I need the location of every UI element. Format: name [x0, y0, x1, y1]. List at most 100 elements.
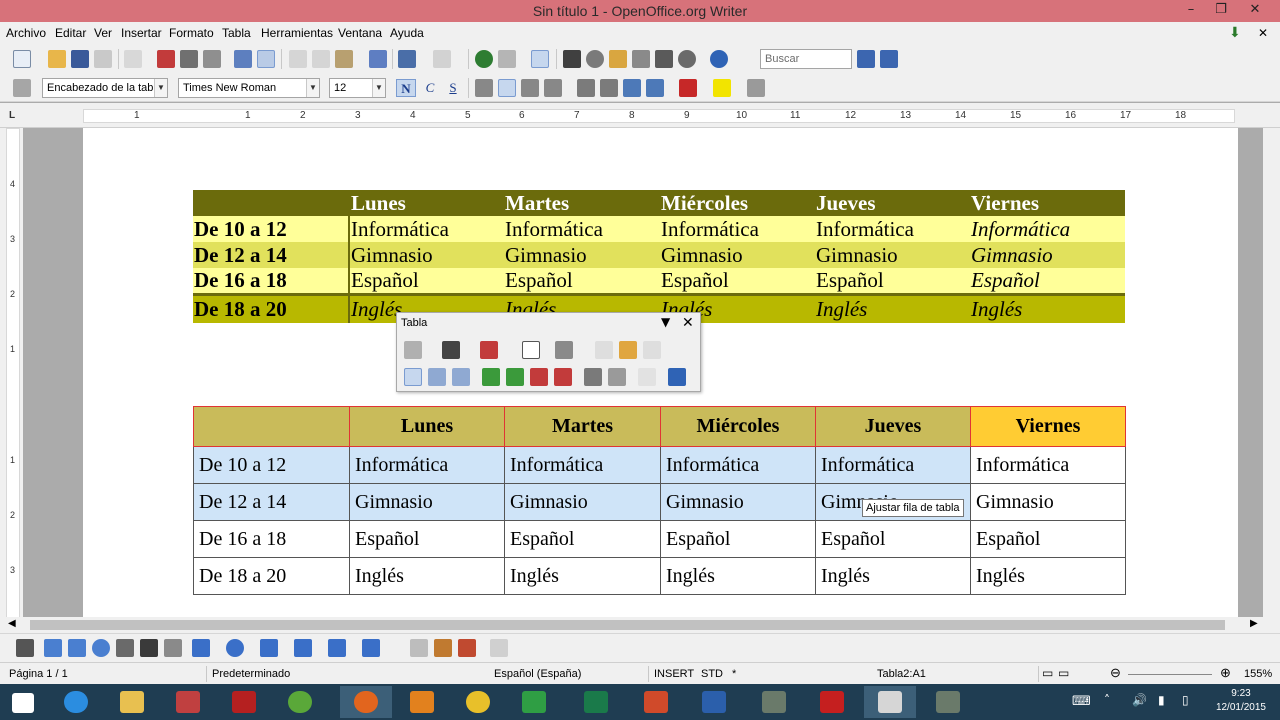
align-right-icon[interactable]	[521, 79, 539, 97]
taskbar-app[interactable]	[748, 686, 800, 718]
borders-icon[interactable]	[522, 341, 540, 359]
zoom-in-icon[interactable]: ⊕	[1220, 665, 1231, 681]
fontwork-icon[interactable]	[434, 639, 452, 657]
taskbar-chrome[interactable]	[452, 686, 504, 718]
clone-formatting-icon[interactable]	[369, 50, 387, 68]
selection-mode[interactable]: STD	[701, 668, 723, 680]
print-preview-icon[interactable]	[203, 50, 221, 68]
italic-button[interactable]: C	[420, 79, 440, 97]
taskbar-utorrent[interactable]	[274, 686, 326, 718]
taskbar-firefox[interactable]	[340, 686, 392, 718]
find-next-icon[interactable]	[857, 50, 875, 68]
table-properties-icon[interactable]	[608, 368, 626, 386]
autospellcheck-icon[interactable]	[257, 50, 275, 68]
table-floating-toolbar[interactable]: Tabla ▼ ✕	[396, 312, 701, 392]
table-cell[interactable]: Gimnasio	[349, 483, 505, 521]
menu-archivo[interactable]: Archivo	[6, 26, 46, 40]
table-cell[interactable]: Informática	[970, 216, 1125, 242]
table-cell[interactable]: Gimnasio	[504, 483, 661, 521]
table-cell[interactable]: Español	[349, 520, 505, 558]
zoom-icon[interactable]	[678, 50, 696, 68]
table-cell[interactable]: Jueves	[815, 190, 970, 216]
line-icon[interactable]	[44, 639, 62, 657]
table-cell[interactable]: Jueves	[815, 406, 971, 447]
insert-row-icon[interactable]	[482, 368, 500, 386]
table-cell[interactable]: De 12 a 14	[193, 242, 349, 268]
highlight-icon[interactable]	[713, 79, 731, 97]
table-cell[interactable]: Informática	[504, 216, 660, 242]
font-name-select[interactable]: Times New Roman ▼	[178, 78, 320, 98]
cut-icon[interactable]	[289, 50, 307, 68]
help-icon[interactable]	[710, 50, 728, 68]
align-top-icon[interactable]	[404, 368, 422, 386]
table-cell[interactable]: Español	[815, 268, 970, 295]
taskbar-office[interactable]	[630, 686, 682, 718]
navigator-icon[interactable]	[586, 50, 604, 68]
table-cell[interactable]: Inglés	[970, 557, 1126, 595]
search-input[interactable]: Buscar	[760, 49, 852, 69]
chevron-down-icon[interactable]: ▼	[306, 79, 319, 97]
print-icon[interactable]	[180, 50, 198, 68]
table-cell[interactable]: De 18 a 20	[193, 557, 350, 595]
table-cell[interactable]: Gimnasio	[970, 483, 1126, 521]
insert-table-icon[interactable]	[404, 341, 422, 359]
delete-row-icon[interactable]	[530, 368, 548, 386]
find-previous-icon[interactable]	[880, 50, 898, 68]
table-cell[interactable]: Gimnasio	[970, 242, 1125, 268]
sort-icon[interactable]	[638, 368, 656, 386]
underline-button[interactable]: S	[443, 79, 463, 97]
symbol-shapes-icon[interactable]	[226, 639, 244, 657]
schedule-table-styled[interactable]: Lunes Martes Miércoles Jueves Viernes De…	[193, 190, 1125, 323]
callouts-icon[interactable]	[328, 639, 346, 657]
battery-icon[interactable]: ▯	[1182, 693, 1189, 707]
table-cell[interactable]: Inglés	[815, 293, 970, 323]
taskbar-snipping-tool[interactable]	[162, 686, 214, 718]
export-pdf-icon[interactable]	[157, 50, 175, 68]
network-icon[interactable]: ▮	[1158, 693, 1165, 707]
spellcheck-icon[interactable]	[234, 50, 252, 68]
redo-icon[interactable]	[433, 50, 451, 68]
taskbar-file-explorer[interactable]	[106, 686, 158, 718]
merge-cells-icon[interactable]	[595, 341, 613, 359]
align-center-icon[interactable]	[498, 79, 516, 97]
table-cell[interactable]: Lunes	[348, 190, 504, 216]
table-cell[interactable]: Gimnasio	[504, 242, 660, 268]
find-replace-icon[interactable]	[563, 50, 581, 68]
align-left-icon[interactable]	[475, 79, 493, 97]
styles-formatting-icon[interactable]	[13, 79, 31, 97]
email-icon[interactable]	[94, 50, 112, 68]
taskbar-captivate[interactable]	[570, 686, 622, 718]
undo-icon[interactable]	[398, 50, 416, 68]
optimize-icon[interactable]	[643, 341, 661, 359]
table-cell[interactable]: De 16 a 18	[193, 520, 350, 558]
table-cell[interactable]: Español	[970, 268, 1125, 295]
freeform-icon[interactable]	[116, 639, 134, 657]
taskbar-internet-explorer[interactable]	[50, 686, 102, 718]
page-indicator[interactable]: Página 1 / 1	[9, 668, 68, 680]
edit-file-icon[interactable]	[124, 50, 142, 68]
increase-indent-icon[interactable]	[646, 79, 664, 97]
split-cells-icon[interactable]	[619, 341, 637, 359]
data-sources-icon[interactable]	[632, 50, 650, 68]
keyboard-icon[interactable]: ⌨	[1072, 694, 1091, 709]
basic-shapes-icon[interactable]	[192, 639, 210, 657]
numbering-icon[interactable]	[577, 79, 595, 97]
table-cell[interactable]: De 18 a 20	[193, 293, 349, 323]
close-document-icon[interactable]: ✕	[1258, 26, 1268, 40]
extrusion-icon[interactable]	[490, 639, 508, 657]
start-button[interactable]	[0, 686, 48, 718]
taskbar-word[interactable]	[688, 686, 740, 718]
points-icon[interactable]	[410, 639, 428, 657]
gallery-icon[interactable]	[609, 50, 627, 68]
clock[interactable]: 9:23 12/01/2015	[1216, 687, 1266, 715]
paragraph-style-select[interactable]: Encabezado de la tabl ▼	[42, 78, 168, 98]
table-cell[interactable]: Informática	[504, 446, 661, 484]
schedule-table-selected[interactable]: Lunes Martes Miércoles Jueves Viernes De…	[193, 406, 1126, 595]
table-cell[interactable]: Inglés	[660, 557, 816, 595]
save-icon[interactable]	[71, 50, 89, 68]
menu-insertar[interactable]: Insertar	[121, 26, 162, 40]
table-cell[interactable]: Lunes	[349, 406, 505, 447]
table-cell[interactable]: De 10 a 12	[193, 216, 349, 242]
taskbar-openoffice-writer[interactable]	[864, 686, 916, 718]
multi-page-view-icon[interactable]: ▭	[1058, 666, 1069, 680]
